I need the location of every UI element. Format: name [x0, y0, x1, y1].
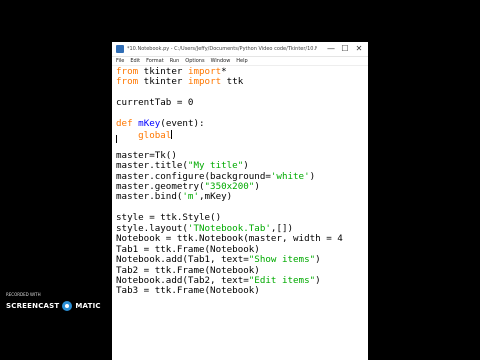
- menu-window[interactable]: Window: [211, 57, 231, 65]
- watermark-brand-left: SCREENCAST: [6, 302, 60, 310]
- watermark-recorded-with: RECORDED WITH: [6, 292, 41, 297]
- code-editor[interactable]: from tkinter import* from tkinter import …: [112, 66, 368, 360]
- code-token: ,mKey): [199, 191, 233, 203]
- window-controls: — ☐ ✕: [324, 42, 366, 56]
- code-line: def mKey(event):: [116, 119, 205, 129]
- menu-format[interactable]: Format: [146, 57, 164, 65]
- menu-options[interactable]: Options: [185, 57, 204, 65]
- screencast-logo-icon: [62, 301, 73, 311]
- code-token-str: "Edit items": [248, 275, 316, 286]
- code-token: ): [315, 254, 321, 266]
- code-token: Notebook.add(Tab2, text=: [116, 275, 249, 286]
- minimize-button[interactable]: —: [324, 42, 338, 56]
- code-token-str: 'TNotebook.Tab': [187, 222, 271, 234]
- code-token: Notebook = ttk.Notebook(master, width = …: [116, 233, 343, 245]
- code-token: (event):: [160, 118, 205, 130]
- code-token-str: "Show items": [248, 254, 316, 266]
- menu-run[interactable]: Run: [170, 57, 180, 65]
- idle-editor-window: *10.Notebook.py - C:/Users/Jeffy/Documen…: [112, 42, 368, 360]
- code-token-kw: import: [187, 66, 222, 77]
- close-button[interactable]: ✕: [352, 42, 366, 56]
- watermark-brand: SCREENCAST MATIC: [6, 300, 101, 312]
- watermark-brand-right: MATIC: [75, 302, 101, 310]
- code-token: Tab1 = ttk.Frame(Notebook): [116, 243, 260, 255]
- code-token: style.layout(: [116, 222, 188, 234]
- menu-help[interactable]: Help: [236, 57, 247, 65]
- screencast-watermark: RECORDED WITH SCREENCAST MATIC: [6, 292, 126, 322]
- code-token: tkinter: [138, 76, 188, 88]
- code-token: master.geometry(: [116, 180, 205, 192]
- code-token: ): [254, 180, 260, 192]
- code-token-kw: from: [116, 76, 139, 88]
- code-token: Tab2 = ttk.Frame(Notebook): [116, 264, 260, 276]
- code-token: master.title(: [116, 160, 188, 172]
- code-token: ): [243, 160, 249, 172]
- code-token-kw: from: [116, 66, 139, 77]
- code-token-str: 'm': [182, 191, 199, 203]
- code-token-func: mKey: [138, 118, 161, 130]
- window-title: *10.Notebook.py - C:/Users/Jeffy/Documen…: [127, 46, 317, 52]
- title-bar: *10.Notebook.py - C:/Users/Jeffy/Documen…: [112, 42, 368, 57]
- code-token-str: 'white': [270, 170, 310, 182]
- code-line: Tab3 = ttk.Frame(Notebook): [116, 286, 260, 296]
- code-token: master.bind(: [116, 191, 183, 203]
- python-file-icon: [116, 45, 124, 53]
- code-token: style = ttk.Style(): [116, 212, 222, 224]
- code-token: Notebook.add(Tab1, text=: [116, 254, 249, 266]
- code-token: ): [315, 275, 321, 286]
- code-token-kw: import: [187, 76, 222, 88]
- code-token: ,[]): [270, 222, 294, 234]
- code-token-kw: def: [116, 118, 133, 130]
- code-token: *: [221, 66, 227, 77]
- code-token-kw: global: [138, 129, 172, 141]
- code-line: from tkinter import ttk: [116, 77, 243, 87]
- code-token: currentTab = 0: [116, 97, 194, 109]
- menu-bar: File Edit Format Run Options Window Help: [112, 57, 368, 66]
- maximize-button[interactable]: ☐: [338, 42, 352, 56]
- text-cursor: [171, 129, 173, 139]
- code-token: Tab3 = ttk.Frame(Notebook): [116, 285, 260, 297]
- code-token-str: "My title": [187, 160, 244, 172]
- code-line: global: [116, 129, 173, 141]
- code-line: master.bind('m',mKey): [116, 192, 232, 202]
- code-token: master.configure(background=: [116, 170, 271, 182]
- code-token-str: "350x200": [204, 180, 255, 192]
- code-token: master=Tk(): [116, 149, 177, 161]
- menu-file[interactable]: File: [116, 57, 124, 65]
- code-token: ttk: [221, 76, 244, 88]
- menu-edit[interactable]: Edit: [130, 57, 140, 65]
- code-token: tkinter: [138, 66, 188, 77]
- code-line: currentTab = 0: [116, 98, 193, 108]
- code-token: ): [309, 170, 316, 182]
